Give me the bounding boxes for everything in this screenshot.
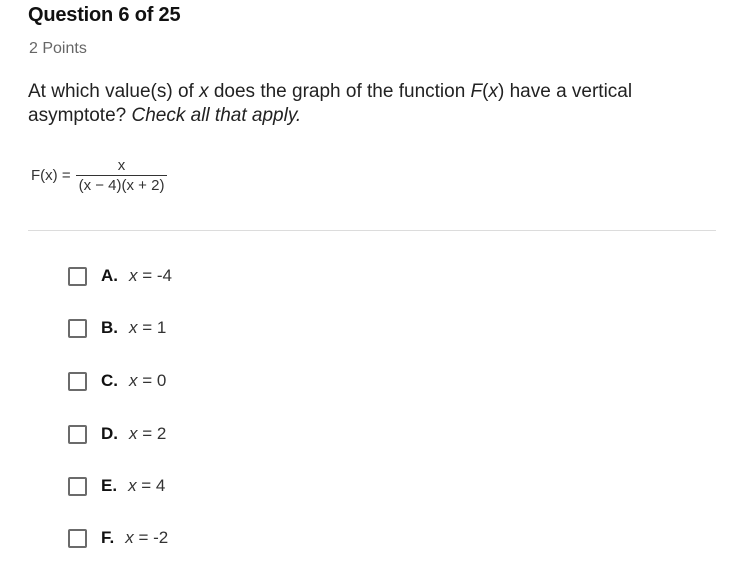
option-text: x = 1	[129, 318, 166, 338]
option-f[interactable]: F. x = -2	[68, 528, 168, 548]
option-value: = 2	[137, 424, 167, 443]
prompt-variable: x	[199, 81, 209, 102]
formula-lhs: F(x) =	[31, 167, 71, 184]
checkbox-icon[interactable]	[68, 424, 87, 444]
prompt-text: At which value(s) of	[28, 81, 200, 102]
option-variable: x	[125, 528, 134, 547]
option-d[interactable]: D. x = 2	[68, 424, 166, 444]
option-value: = -4	[137, 266, 172, 285]
option-value: = 0	[137, 371, 167, 390]
option-c[interactable]: C. x = 0	[68, 371, 166, 391]
question-title: Question 6 of 25	[28, 4, 181, 26]
option-letter: D.	[101, 424, 118, 443]
question-prompt: At which value(s) of x does the graph of…	[28, 80, 708, 128]
option-value: = 1	[137, 318, 167, 337]
formula-denominator: (x − 4)(x + 2)	[75, 175, 168, 194]
function-formula: F(x) = x (x − 4)(x + 2)	[31, 157, 168, 194]
option-b[interactable]: B. x = 1	[68, 318, 166, 338]
option-text: x = 2	[129, 424, 166, 444]
option-value: = 4	[136, 476, 166, 495]
checkbox-icon[interactable]	[68, 371, 87, 391]
option-a[interactable]: A. x = -4	[68, 266, 172, 286]
checkbox-icon[interactable]	[68, 266, 87, 286]
option-letter: C.	[101, 371, 118, 390]
option-variable: x	[129, 424, 138, 443]
checkbox-icon[interactable]	[68, 476, 87, 496]
prompt-function-variable: x	[488, 81, 498, 102]
option-variable: x	[129, 318, 138, 337]
checkbox-icon[interactable]	[68, 528, 87, 548]
option-text: x = 0	[129, 371, 166, 391]
option-value: = -2	[133, 528, 169, 547]
divider	[28, 230, 716, 231]
prompt-function-name: F	[470, 81, 483, 102]
option-e[interactable]: E. x = 4	[68, 476, 165, 496]
option-text: x = -2	[125, 528, 168, 548]
option-variable: x	[129, 266, 138, 285]
option-letter: F.	[101, 528, 115, 547]
option-text: x = 4	[128, 476, 165, 496]
option-letter: B.	[101, 318, 118, 337]
option-variable: x	[128, 476, 137, 495]
option-letter: E.	[101, 476, 118, 495]
option-text: x = -4	[129, 266, 172, 286]
prompt-instruction: Check all that apply.	[131, 105, 302, 126]
formula-fraction: x (x − 4)(x + 2)	[75, 157, 168, 194]
points-label: 2 Points	[29, 40, 87, 57]
option-variable: x	[129, 371, 138, 390]
checkbox-icon[interactable]	[68, 318, 87, 338]
formula-numerator: x	[117, 157, 126, 174]
option-letter: A.	[101, 266, 118, 285]
prompt-text: does the graph of the function	[208, 81, 471, 102]
